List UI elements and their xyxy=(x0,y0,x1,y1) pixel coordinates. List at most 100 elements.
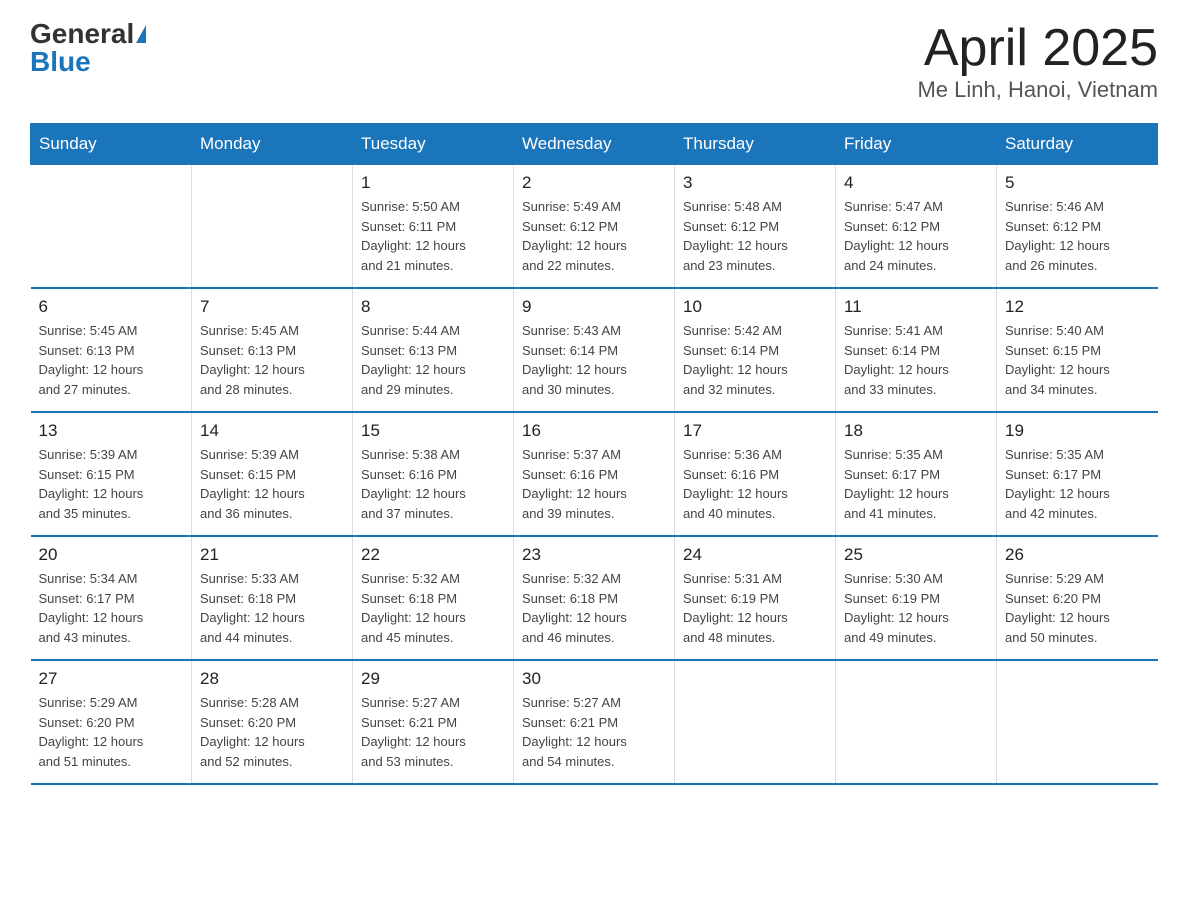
calendar-cell: 16 Sunrise: 5:37 AMSunset: 6:16 PMDayligh… xyxy=(514,412,675,536)
day-info: Sunrise: 5:34 AMSunset: 6:17 PMDaylight:… xyxy=(39,569,184,647)
title-area: April 2025 Me Linh, Hanoi, Vietnam xyxy=(917,20,1158,103)
day-info: Sunrise: 5:47 AMSunset: 6:12 PMDaylight:… xyxy=(844,197,988,275)
calendar-cell xyxy=(675,660,836,784)
day-info: Sunrise: 5:29 AMSunset: 6:20 PMDaylight:… xyxy=(39,693,184,771)
day-number: 15 xyxy=(361,421,505,441)
calendar-cell: 28Sunrise: 5:28 AMSunset: 6:20 PMDayligh… xyxy=(192,660,353,784)
day-info: Sunrise: 5:40 AMSunset: 6:15 PMDaylight:… xyxy=(1005,321,1150,399)
day-number: 27 xyxy=(39,669,184,689)
calendar-cell: 14Sunrise: 5:39 AMSunset: 6:15 PMDayligh… xyxy=(192,412,353,536)
day-info: Sunrise: 5:38 AMSunset: 6:16 PMDaylight:… xyxy=(361,445,505,523)
calendar-cell: 22 Sunrise: 5:32 AMSunset: 6:18 PMDayligh… xyxy=(353,536,514,660)
calendar-cell: 4 Sunrise: 5:47 AMSunset: 6:12 PMDaylight… xyxy=(836,165,997,289)
logo-triangle-icon xyxy=(136,25,146,43)
calendar-cell xyxy=(836,660,997,784)
calendar-cell: 2 Sunrise: 5:49 AMSunset: 6:12 PMDaylight… xyxy=(514,165,675,289)
calendar-cell: 24 Sunrise: 5:31 AMSunset: 6:19 PMDayligh… xyxy=(675,536,836,660)
calendar-cell: 11Sunrise: 5:41 AMSunset: 6:14 PMDayligh… xyxy=(836,288,997,412)
day-number: 13 xyxy=(39,421,184,441)
calendar-cell: 26 Sunrise: 5:29 AMSunset: 6:20 PMDayligh… xyxy=(997,536,1158,660)
day-number: 3 xyxy=(683,173,827,193)
day-number: 9 xyxy=(522,297,666,317)
day-info: Sunrise: 5:50 AMSunset: 6:11 PMDaylight:… xyxy=(361,197,505,275)
week-row-5: 27 Sunrise: 5:29 AMSunset: 6:20 PMDayligh… xyxy=(31,660,1158,784)
day-number: 10 xyxy=(683,297,827,317)
day-info: Sunrise: 5:27 AMSunset: 6:21 PMDaylight:… xyxy=(522,693,666,771)
day-number: 4 xyxy=(844,173,988,193)
day-number: 26 xyxy=(1005,545,1150,565)
day-info: Sunrise: 5:45 AMSunset: 6:13 PMDaylight:… xyxy=(39,321,184,399)
week-row-4: 20 Sunrise: 5:34 AMSunset: 6:17 PMDayligh… xyxy=(31,536,1158,660)
logo-blue-text: Blue xyxy=(30,48,146,76)
calendar-cell: 21 Sunrise: 5:33 AMSunset: 6:18 PMDayligh… xyxy=(192,536,353,660)
calendar-subtitle: Me Linh, Hanoi, Vietnam xyxy=(917,77,1158,103)
day-number: 12 xyxy=(1005,297,1150,317)
calendar-cell xyxy=(31,165,192,289)
day-info: Sunrise: 5:45 AMSunset: 6:13 PMDaylight:… xyxy=(200,321,344,399)
page-header: General Blue April 2025 Me Linh, Hanoi, … xyxy=(30,20,1158,103)
day-info: Sunrise: 5:30 AMSunset: 6:19 PMDaylight:… xyxy=(844,569,988,647)
day-info: Sunrise: 5:37 AMSunset: 6:16 PMDaylight:… xyxy=(522,445,666,523)
week-row-1: 1 Sunrise: 5:50 AMSunset: 6:11 PMDaylight… xyxy=(31,165,1158,289)
day-info: Sunrise: 5:39 AMSunset: 6:15 PMDaylight:… xyxy=(39,445,184,523)
calendar-cell: 30 Sunrise: 5:27 AMSunset: 6:21 PMDayligh… xyxy=(514,660,675,784)
calendar-cell: 27 Sunrise: 5:29 AMSunset: 6:20 PMDayligh… xyxy=(31,660,192,784)
day-number: 2 xyxy=(522,173,666,193)
calendar-cell: 8Sunrise: 5:44 AMSunset: 6:13 PMDaylight… xyxy=(353,288,514,412)
day-number: 18 xyxy=(844,421,988,441)
calendar-table: SundayMondayTuesdayWednesdayThursdayFrid… xyxy=(30,123,1158,785)
day-info: Sunrise: 5:35 AMSunset: 6:17 PMDaylight:… xyxy=(1005,445,1150,523)
logo-general-text: General xyxy=(30,20,134,48)
header-friday: Friday xyxy=(836,124,997,165)
calendar-cell: 18 Sunrise: 5:35 AMSunset: 6:17 PMDayligh… xyxy=(836,412,997,536)
week-row-2: 6 Sunrise: 5:45 AMSunset: 6:13 PMDaylight… xyxy=(31,288,1158,412)
day-number: 7 xyxy=(200,297,344,317)
header-sunday: Sunday xyxy=(31,124,192,165)
day-number: 5 xyxy=(1005,173,1150,193)
day-number: 25 xyxy=(844,545,988,565)
day-number: 24 xyxy=(683,545,827,565)
calendar-cell: 29 Sunrise: 5:27 AMSunset: 6:21 PMDayligh… xyxy=(353,660,514,784)
day-info: Sunrise: 5:49 AMSunset: 6:12 PMDaylight:… xyxy=(522,197,666,275)
day-number: 28 xyxy=(200,669,344,689)
day-number: 20 xyxy=(39,545,184,565)
calendar-cell: 7 Sunrise: 5:45 AMSunset: 6:13 PMDaylight… xyxy=(192,288,353,412)
day-number: 6 xyxy=(39,297,184,317)
day-info: Sunrise: 5:33 AMSunset: 6:18 PMDaylight:… xyxy=(200,569,344,647)
day-number: 16 xyxy=(522,421,666,441)
day-info: Sunrise: 5:36 AMSunset: 6:16 PMDaylight:… xyxy=(683,445,827,523)
day-number: 22 xyxy=(361,545,505,565)
calendar-cell: 25 Sunrise: 5:30 AMSunset: 6:19 PMDayligh… xyxy=(836,536,997,660)
day-number: 14 xyxy=(200,421,344,441)
calendar-cell: 13 Sunrise: 5:39 AMSunset: 6:15 PMDayligh… xyxy=(31,412,192,536)
day-info: Sunrise: 5:31 AMSunset: 6:19 PMDaylight:… xyxy=(683,569,827,647)
day-info: Sunrise: 5:32 AMSunset: 6:18 PMDaylight:… xyxy=(522,569,666,647)
calendar-cell: 19 Sunrise: 5:35 AMSunset: 6:17 PMDayligh… xyxy=(997,412,1158,536)
header-tuesday: Tuesday xyxy=(353,124,514,165)
day-number: 8 xyxy=(361,297,505,317)
day-number: 21 xyxy=(200,545,344,565)
calendar-cell: 17 Sunrise: 5:36 AMSunset: 6:16 PMDayligh… xyxy=(675,412,836,536)
day-number: 29 xyxy=(361,669,505,689)
day-info: Sunrise: 5:48 AMSunset: 6:12 PMDaylight:… xyxy=(683,197,827,275)
calendar-cell: 1 Sunrise: 5:50 AMSunset: 6:11 PMDaylight… xyxy=(353,165,514,289)
day-info: Sunrise: 5:27 AMSunset: 6:21 PMDaylight:… xyxy=(361,693,505,771)
day-number: 17 xyxy=(683,421,827,441)
day-info: Sunrise: 5:35 AMSunset: 6:17 PMDaylight:… xyxy=(844,445,988,523)
calendar-cell: 23Sunrise: 5:32 AMSunset: 6:18 PMDayligh… xyxy=(514,536,675,660)
calendar-cell: 3 Sunrise: 5:48 AMSunset: 6:12 PMDaylight… xyxy=(675,165,836,289)
day-info: Sunrise: 5:32 AMSunset: 6:18 PMDaylight:… xyxy=(361,569,505,647)
calendar-cell xyxy=(997,660,1158,784)
calendar-header-row: SundayMondayTuesdayWednesdayThursdayFrid… xyxy=(31,124,1158,165)
header-thursday: Thursday xyxy=(675,124,836,165)
calendar-title: April 2025 xyxy=(917,20,1158,77)
day-info: Sunrise: 5:29 AMSunset: 6:20 PMDaylight:… xyxy=(1005,569,1150,647)
day-number: 1 xyxy=(361,173,505,193)
day-info: Sunrise: 5:42 AMSunset: 6:14 PMDaylight:… xyxy=(683,321,827,399)
week-row-3: 13 Sunrise: 5:39 AMSunset: 6:15 PMDayligh… xyxy=(31,412,1158,536)
day-number: 19 xyxy=(1005,421,1150,441)
calendar-cell: 12 Sunrise: 5:40 AMSunset: 6:15 PMDayligh… xyxy=(997,288,1158,412)
header-saturday: Saturday xyxy=(997,124,1158,165)
header-wednesday: Wednesday xyxy=(514,124,675,165)
day-number: 30 xyxy=(522,669,666,689)
